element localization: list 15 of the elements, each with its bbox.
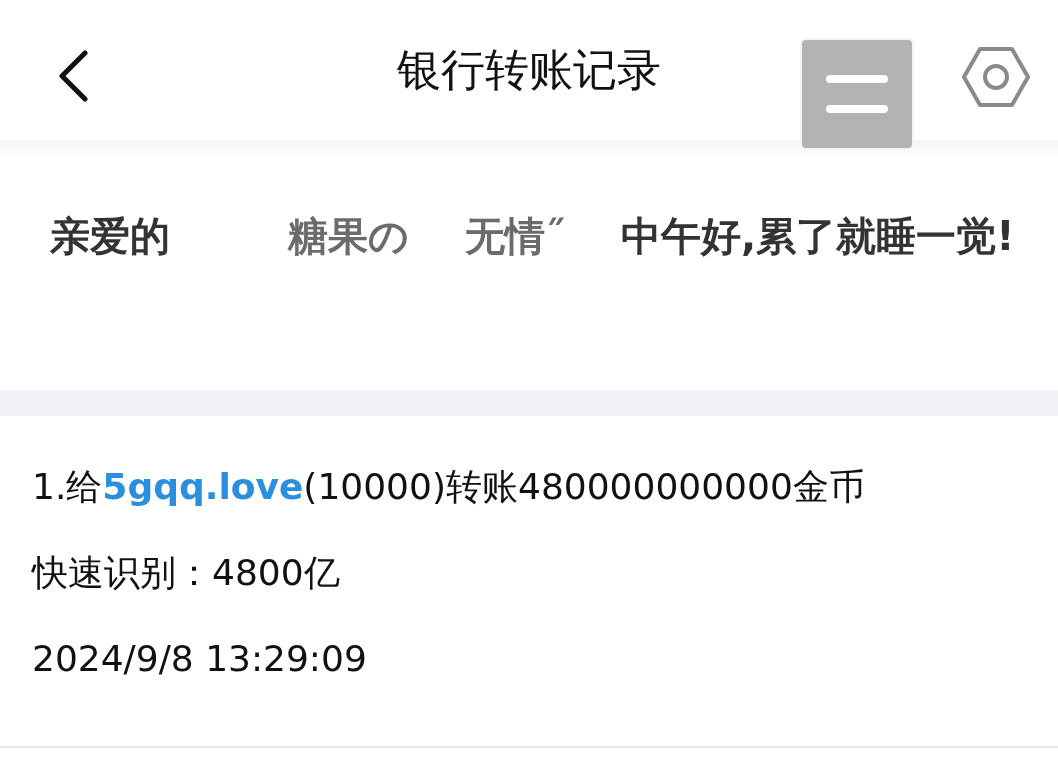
record-text: 1.给 <box>32 466 103 507</box>
user-name: 糖果の <box>288 213 409 259</box>
greeting-text: 中午好,累了就睡一觉! <box>621 213 1015 259</box>
recipient-link[interactable]: 5gqq.love <box>102 466 304 507</box>
settings-icon <box>961 46 1031 108</box>
settings-button[interactable] <box>961 46 1031 108</box>
chevron-left-icon <box>56 50 90 102</box>
timestamp: 2024/9/8 13:29:09 <box>32 637 368 681</box>
user-name: 无情˝ <box>465 213 565 259</box>
menu-button[interactable] <box>800 38 914 150</box>
back-button[interactable] <box>56 50 90 102</box>
record-text: (10000)转账480000000000金币 <box>303 466 865 507</box>
amount-summary: 快速识别：4800亿 <box>32 551 341 595</box>
page-title: 银行转账记录 <box>397 42 661 97</box>
greeting-text: 亲爱的 <box>50 213 170 259</box>
